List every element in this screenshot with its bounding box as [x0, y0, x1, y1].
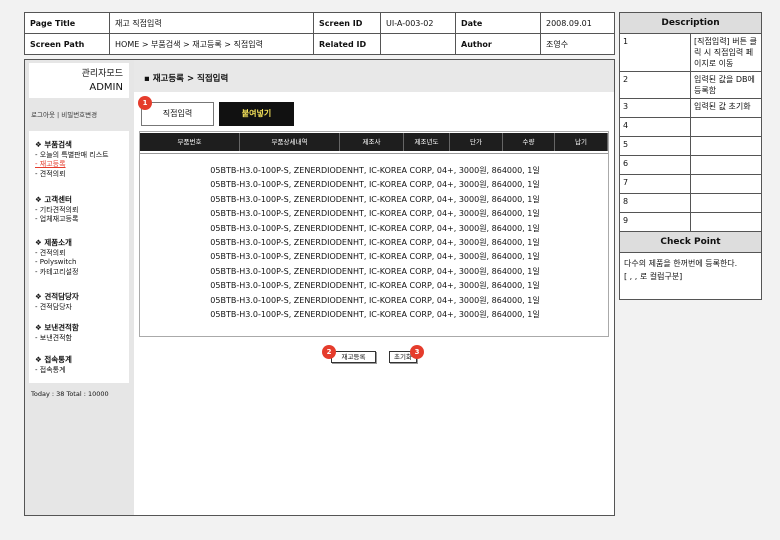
table-header: 부품번호 부품상세내역 제조사 제조년도 단가 수량 납기: [140, 133, 608, 151]
column-header: 부품번호: [140, 133, 240, 151]
checkpoint-line: [ , , 로 컬럼구분]: [624, 272, 683, 281]
table-row: 05BTB-H3.0-100P-S, ZENERDIODENHT, IC-KOR…: [210, 281, 540, 291]
checkpoint-title: Check Point: [619, 231, 762, 253]
menu-item-sent-quotes[interactable]: - 보낸견적함: [35, 334, 79, 344]
table-row: 05BTB-H3.0-100P-S, ZENERDIODENHT, IC-KOR…: [210, 266, 540, 276]
desc-text: 입력된 값 초기화: [690, 98, 762, 118]
desc-text: [690, 193, 762, 213]
column-header: 수량: [503, 133, 555, 151]
screen-path-label: Screen Path: [24, 33, 110, 55]
step-badge-2: 2: [322, 345, 336, 359]
menu-group-title: ❖ 고객센터: [35, 195, 72, 204]
menu-group-sent-quotes: ❖ 보낸견적함 - 보낸견적함: [35, 323, 79, 343]
desc-text: [직접입력] 버튼 클릭 시 직접입력 페이지로 이동: [690, 33, 762, 72]
description-title: Description: [619, 12, 762, 34]
menu-group-customer-center: ❖ 고객센터 - 기타견적의뢰 - 업체재고등록: [35, 195, 78, 225]
menu-group-parts-search: ❖ 부품검색 - 오늘의 특별판매 리스트 - 재고등록 - 견적의뢰: [35, 140, 109, 179]
step-badge-3: 3: [410, 345, 424, 359]
screen-path-value: HOME > 부품검색 > 재고등록 > 직접입력: [109, 33, 314, 55]
menu-item-quote-request[interactable]: - 견적의뢰: [35, 249, 78, 259]
menu-item-special-sale[interactable]: - 오늘의 특별판매 리스트: [35, 151, 109, 161]
page-title-value: 재고 직접입력: [109, 12, 314, 34]
menu-group-title: ❖ 견적담당자: [35, 292, 79, 301]
sidebar-menu: ❖ 부품검색 - 오늘의 특별판매 리스트 - 재고등록 - 견적의뢰 ❖ 고객…: [29, 131, 129, 383]
pasted-rows[interactable]: 05BTB-H3.0-100P-S, ZENERDIODENHT, IC-KOR…: [140, 164, 610, 322]
menu-item-quote-request[interactable]: - 견적의뢰: [35, 170, 109, 180]
author-label: Author: [455, 33, 541, 55]
desc-num: 1: [619, 33, 691, 72]
author-value: 조영수: [540, 33, 615, 55]
column-header: 납기: [555, 133, 608, 151]
desc-num: 6: [619, 155, 691, 175]
date-label: Date: [455, 12, 541, 34]
checkpoint-text: 다수의 제품을 한꺼번에 등록한다. [ , , 로 컬럼구분]: [619, 252, 762, 300]
column-header: 제조사: [340, 133, 404, 151]
admin-mode-label: 관리자모드: [81, 69, 123, 79]
desc-num: 7: [619, 174, 691, 194]
related-id-label: Related ID: [313, 33, 381, 55]
desc-text: [690, 155, 762, 175]
table-row: 05BTB-H3.0-100P-S, ZENERDIODENHT, IC-KOR…: [210, 166, 540, 175]
menu-item-quote-manager[interactable]: - 견적담당자: [35, 303, 79, 313]
desc-text: [690, 117, 762, 137]
screen-id-label: Screen ID: [313, 12, 381, 34]
column-header: 부품상세내역: [240, 133, 340, 151]
column-header: 제조년도: [404, 133, 450, 151]
visit-stats: Today : 38 Total : 10000: [31, 390, 109, 398]
menu-group-products: ❖ 제품소개 - 견적의뢰 - Polyswitch - 카테고리설정: [35, 238, 78, 277]
direct-input-button[interactable]: 직접입력: [141, 102, 214, 126]
table-row: 05BTB-H3.0-100P-S, ZENERDIODENHT, IC-KOR…: [210, 238, 540, 248]
table-row: 05BTB-H3.0-100P-S, ZENERDIODENHT, IC-KOR…: [210, 310, 540, 320]
menu-item-other-quote[interactable]: - 기타견적의뢰: [35, 206, 78, 216]
breadcrumb: ▪ 재고등록 > 직접입력: [134, 60, 614, 92]
related-id-value: [380, 33, 456, 55]
desc-text: 입력된 값을 DB에 등록함: [690, 71, 762, 99]
table-row: 05BTB-H3.0-100P-S, ZENERDIODENHT, IC-KOR…: [210, 223, 540, 233]
menu-group-title: ❖ 제품소개: [35, 238, 72, 247]
table-row: 05BTB-H3.0-100P-S, ZENERDIODENHT, IC-KOR…: [210, 295, 540, 305]
admin-name: ADMIN: [89, 82, 123, 93]
desc-num: 8: [619, 193, 691, 213]
menu-item-vendor-stock[interactable]: - 업체재고등록: [35, 215, 78, 225]
menu-item-access-stats[interactable]: - 접속통계: [35, 366, 72, 376]
date-value: 2008.09.01: [540, 12, 615, 34]
menu-group-access-stats: ❖ 접속통계 - 접속통계: [35, 355, 72, 375]
desc-text: [690, 212, 762, 232]
menu-item-category-settings[interactable]: - 카테고리설정: [35, 268, 78, 278]
admin-box: 관리자모드 ADMIN: [29, 63, 129, 98]
page-title-label: Page Title: [24, 12, 110, 34]
menu-group-title: ❖ 보낸견적함: [35, 323, 79, 332]
table-row: 05BTB-H3.0-100P-S, ZENERDIODENHT, IC-KOR…: [210, 252, 540, 262]
description-panel: Description 1 [직접입력] 버튼 클릭 시 직접입력 페이지로 이동…: [619, 12, 762, 300]
divider: [140, 153, 608, 154]
menu-item-polyswitch[interactable]: - Polyswitch: [35, 258, 78, 268]
desc-num: 3: [619, 98, 691, 118]
step-badge-1: 1: [138, 96, 152, 110]
table-row: 05BTB-H3.0-100P-S, ZENERDIODENHT, IC-KOR…: [210, 180, 540, 190]
checkpoint-line: 다수의 제품을 한꺼번에 등록한다.: [624, 259, 738, 268]
desc-num: 5: [619, 136, 691, 156]
menu-group-quote-manager: ❖ 견적담당자 - 견적담당자: [35, 292, 79, 312]
table-row: 05BTB-H3.0-100P-S, ZENERDIODENHT, IC-KOR…: [210, 209, 540, 219]
desc-text: [690, 174, 762, 194]
desc-num: 9: [619, 212, 691, 232]
menu-group-title: ❖ 접속통계: [35, 355, 72, 364]
register-stock-button[interactable]: 재고등록: [331, 351, 376, 363]
spec-header-table: Page Title 재고 직접입력 Screen ID UI-A-003-02…: [24, 12, 615, 55]
menu-group-title: ❖ 부품검색: [35, 140, 72, 149]
login-links[interactable]: 로그아웃 | 비밀번호변경: [31, 109, 97, 119]
desc-text: [690, 136, 762, 156]
desc-num: 2: [619, 71, 691, 99]
column-header: 단가: [450, 133, 503, 151]
menu-item-stock-register[interactable]: - 재고등록: [35, 160, 109, 170]
screen-id-value: UI-A-003-02: [380, 12, 456, 34]
table-row: 05BTB-H3.0-100P-S, ZENERDIODENHT, IC-KOR…: [210, 194, 540, 204]
desc-num: 4: [619, 117, 691, 137]
paste-button[interactable]: 붙여넣기: [219, 102, 294, 126]
